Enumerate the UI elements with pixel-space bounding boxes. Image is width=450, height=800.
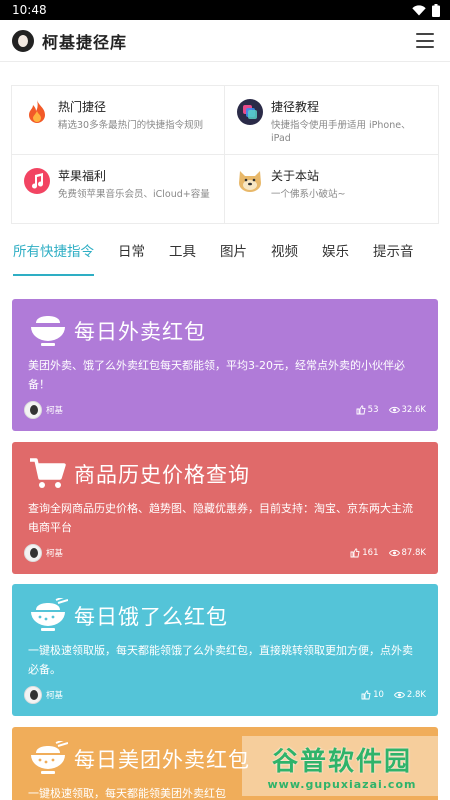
featured-hot[interactable]: 热门捷径 精选30多条最热门的快捷指令规则 xyxy=(12,86,225,155)
app-title: 柯基捷径库 xyxy=(42,32,128,52)
app-bar: 柯基捷径库 xyxy=(0,20,450,62)
featured-title: 苹果福利 xyxy=(58,168,107,183)
shortcut-card[interactable]: 每日外卖红包 美团外卖、饿了么外卖红包每天都能领，平均3-20元，经常点外卖的小… xyxy=(12,299,438,431)
music-icon xyxy=(24,167,50,194)
status-time: 10:48 xyxy=(12,3,47,17)
tab-sounds[interactable]: 提示音 xyxy=(373,240,414,276)
logo-icon xyxy=(12,29,34,52)
featured-desc: 免费领苹果音乐会员、iCloud+容量 xyxy=(58,188,210,200)
thumbs-up-icon xyxy=(361,690,371,700)
featured-title: 捷径教程 xyxy=(271,100,320,114)
card-author: 柯基 xyxy=(46,691,64,701)
rice-bowl-icon xyxy=(31,316,65,346)
featured-title: 关于本站 xyxy=(271,168,320,183)
shortcut-card[interactable]: 每日饿了么红包 一键极速领取版，每天都能领饿了么外卖红包，直接跳转领取更加方便，… xyxy=(12,584,438,716)
tab-video[interactable]: 视频 xyxy=(271,240,298,276)
eye-icon xyxy=(388,549,400,557)
watermark-text: 谷普软件园 xyxy=(271,747,412,777)
card-views: 32.6K xyxy=(401,405,427,415)
shortcut-card[interactable]: 商品历史价格查询 查询全网商品历史价格、趋势图、隐藏优惠券，目前支持：淘宝、京东… xyxy=(12,442,438,574)
featured-desc: 一个佛系小破站~ xyxy=(271,188,346,200)
featured-desc: 快捷指令使用手册适用 iPhone、iPad xyxy=(271,120,411,144)
card-desc: 美团外卖、饿了么外卖红包每天都能领，平均3-20元，经常点外卖的小伙伴必备！ xyxy=(28,359,405,391)
thumbs-up-icon xyxy=(356,405,366,415)
card-title: 商品历史价格查询 xyxy=(74,463,250,487)
watermark-url: www.gupuxiazai.com xyxy=(267,778,417,791)
featured-title: 热门捷径 xyxy=(58,100,107,114)
featured-grid: 热门捷径 精选30多条最热门的快捷指令规则 捷径教程 快捷指令使用手册适用 iP… xyxy=(11,85,439,224)
card-author: 柯基 xyxy=(46,406,64,416)
battery-icon xyxy=(432,3,440,17)
card-desc: 一键极速领取版，每天都能领饿了么外卖红包，直接跳转领取更加方便，点外卖必备。 xyxy=(28,644,413,676)
card-views: 87.8K xyxy=(401,548,427,558)
rice-bowl-icon xyxy=(31,598,68,631)
card-likes: 53 xyxy=(367,405,379,415)
card-title: 每日外卖红包 xyxy=(74,320,206,344)
card-author: 柯基 xyxy=(46,549,64,559)
card-views: 2.8K xyxy=(406,690,426,700)
category-tabs: 所有快捷指令 日常 工具 图片 视频 娱乐 提示音 xyxy=(13,240,414,276)
rice-bowl-icon xyxy=(31,741,68,774)
tab-entertainment[interactable]: 娱乐 xyxy=(322,240,349,276)
eye-icon xyxy=(393,691,405,699)
card-title: 每日饿了么红包 xyxy=(74,605,228,629)
tab-images[interactable]: 图片 xyxy=(220,240,247,276)
thumbs-up-icon xyxy=(350,548,360,558)
shortcuts-icon xyxy=(237,99,263,125)
featured-about[interactable]: 关于本站 一个佛系小破站~ xyxy=(225,155,438,223)
fire-icon xyxy=(24,99,50,125)
card-likes: 161 xyxy=(362,548,379,558)
featured-desc: 精选30多条最热门的快捷指令规则 xyxy=(58,120,204,131)
featured-apple-perks[interactable]: 苹果福利 免费领苹果音乐会员、iCloud+容量 xyxy=(12,154,225,223)
menu-icon[interactable] xyxy=(416,33,434,48)
card-title: 每日美团外卖红包 xyxy=(74,748,250,772)
tab-tools[interactable]: 工具 xyxy=(169,240,196,276)
avatar xyxy=(24,544,42,562)
status-bar: 10:48 xyxy=(0,0,450,20)
cart-icon xyxy=(30,458,66,488)
tab-all[interactable]: 所有快捷指令 xyxy=(13,240,94,276)
featured-tutorial[interactable]: 捷径教程 快捷指令使用手册适用 iPhone、iPad xyxy=(225,86,438,155)
card-desc: 查询全网商品历史价格、趋势图、隐藏优惠券，目前支持：淘宝、京东两大主流电商平台 xyxy=(28,502,413,534)
avatar xyxy=(24,401,42,419)
eye-icon xyxy=(388,406,400,414)
doge-icon xyxy=(237,168,263,194)
avatar xyxy=(24,686,42,704)
card-likes: 10 xyxy=(373,690,384,700)
wifi-icon xyxy=(412,4,426,15)
tab-daily[interactable]: 日常 xyxy=(118,240,145,276)
watermark: 谷普软件园 www.gupuxiazai.com xyxy=(242,736,442,796)
